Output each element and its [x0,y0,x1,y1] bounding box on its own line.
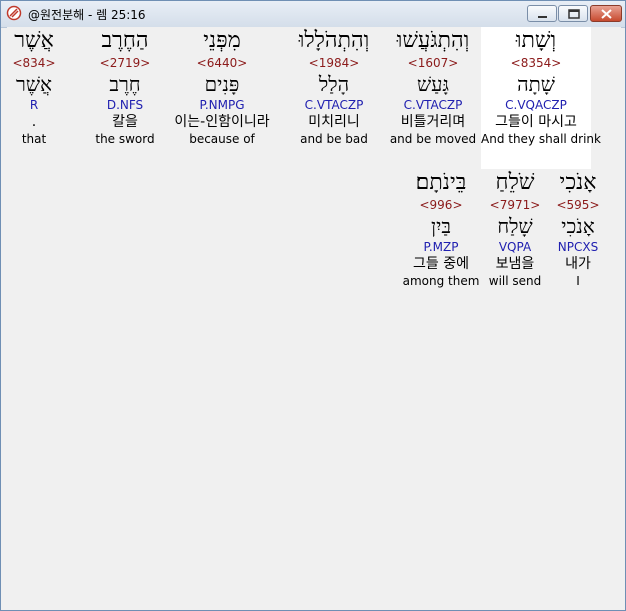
lemma: בַּיִן [431,214,451,238]
word-column[interactable]: אֲשֶׁר <834> אֲשֶׁר R . that [4,27,114,147]
korean-gloss: 그들이 마시고 [495,114,577,130]
word-column-selected[interactable]: וְשָׁתוּ <8354> שָׁתָה C.VQACZP 그들이 마시고 … [481,27,601,169]
word-column[interactable]: בֵּינֹתָם׃ <996> בַּיִן P.MZP 그들 중에 amon… [395,169,487,289]
minimize-icon [538,16,547,18]
lemma: אֲשֶׁר [16,72,52,96]
hebrew-word: מִפְּנֵי [203,28,241,53]
english-gloss: that [21,132,47,146]
english-gloss: I [576,274,580,288]
strong-number[interactable]: <595> [543,197,613,213]
word-column[interactable]: מִפְּנֵי <6440> פָּנִים P.NMPG 이는-인함이니라 … [167,27,277,147]
korean-gloss: 보냄을 [495,256,535,272]
lemma: שָׁתָה [517,72,555,96]
word-column[interactable]: שֹׁלֵחַ <7971> שָׁלַח VQPA 보냄을 will send [479,169,551,289]
maximize-icon [568,9,580,19]
korean-gloss: . [31,114,37,130]
korean-gloss: 비틀거리며 [400,114,466,130]
strong-number[interactable]: <6440> [167,55,277,71]
morph-code: C.VQACZP [505,98,567,112]
english-gloss: will send [488,274,542,288]
lemma: פָּנִים [204,72,240,96]
lemma: שָׁלַח [497,214,533,238]
hebrew-word: וְהִתְגֹּעֲשׁוּ [396,28,470,53]
english-gloss: and be moved [389,132,477,146]
close-button[interactable] [590,5,622,22]
strong-number[interactable]: <7971> [479,197,551,213]
korean-gloss: 미치리니 [308,114,360,130]
word-column[interactable]: וְהִתְהֹלָלוּ <1984> הָלַל C.VTACZP 미치리니… [279,27,389,147]
word-column[interactable]: וְהִתְגֹּעֲשׁוּ <1607> גָּעַשׁ C.VTACZP … [378,27,488,147]
strong-number[interactable]: <1984> [279,55,389,71]
english-gloss: And they shall drink [481,132,601,146]
hebrew-word: וְשָׁתוּ [515,28,557,53]
title-bar[interactable]: @원전분해 - 렘 25:16 [1,1,625,28]
morph-code: C.VTACZP [304,98,364,112]
window-title: @원전분해 - 렘 25:16 [28,8,146,22]
hebrew-word: שֹׁלֵחַ [495,170,535,195]
hebrew-word: אָנֹכִי [559,170,597,195]
bible-app-icon [6,5,22,21]
english-gloss: among them [402,274,480,288]
hebrew-word: אֲשֶׁר [14,28,54,53]
morph-code: P.MZP [423,240,459,254]
english-gloss: and be bad [300,132,368,146]
morph-code: NPCXS [557,240,599,254]
close-icon [601,9,612,19]
strong-number[interactable]: <996> [395,197,487,213]
lemma: הָלַל [318,72,350,96]
lemma: גָּעַשׁ [416,72,450,96]
english-gloss: because of [189,132,255,146]
morph-code: C.VTACZP [403,98,463,112]
morph-code: P.NMPG [199,98,245,112]
app-window: @원전분해 - 렘 25:16 וְשָׁתוּ <8354> שָׁתָה C… [0,0,626,611]
strong-number[interactable]: <834> [4,55,64,71]
lemma: אָנֹכִי [561,214,595,238]
strong-number[interactable]: <8354> [481,55,591,71]
parsing-view: וְשָׁתוּ <8354> שָׁתָה C.VQACZP 그들이 마시고 … [7,27,621,607]
korean-gloss: 그들 중에 [413,256,469,272]
strong-number[interactable]: <1607> [378,55,488,71]
hebrew-word: בֵּינֹתָם׃ [415,170,467,195]
hebrew-word: וְהִתְהֹלָלוּ [298,28,370,53]
minimize-button[interactable] [527,5,557,22]
morph-code: R [29,98,39,112]
korean-gloss: 이는-인함이니라 [174,114,270,130]
korean-gloss: 내가 [565,256,591,272]
maximize-button[interactable] [558,5,588,22]
morph-code: VQPA [498,240,532,254]
word-column[interactable]: אָנֹכִי <595> אָנֹכִי NPCXS 내가 I [543,169,613,289]
